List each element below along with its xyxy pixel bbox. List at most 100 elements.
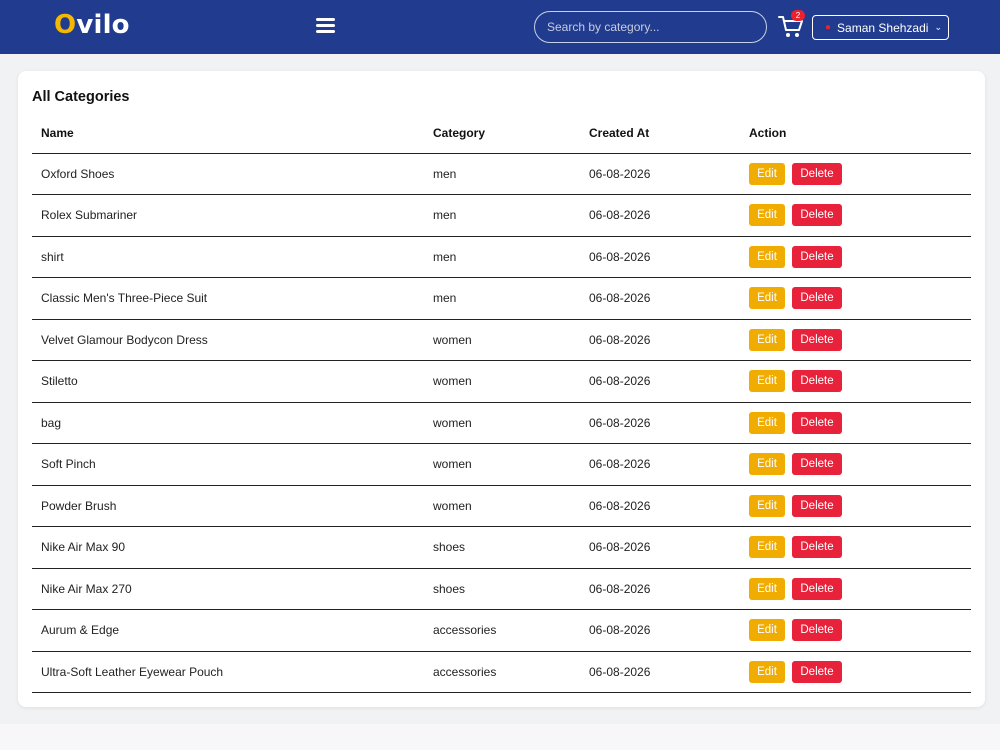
table-row: shirt men 06-08-2026 Edit Delete <box>32 236 971 278</box>
delete-button[interactable]: Delete <box>792 577 842 600</box>
cart-count-badge: 2 <box>791 10 805 21</box>
edit-button[interactable]: Edit <box>749 411 785 434</box>
edit-button[interactable]: Edit <box>749 619 785 642</box>
top-navbar: Ovilo 2 ● Saman Shehzadi ⌄ <box>0 0 1000 54</box>
cell-created-at: 06-08-2026 <box>580 609 740 652</box>
delete-button[interactable]: Delete <box>792 370 842 393</box>
cell-created-at: 06-08-2026 <box>580 194 740 237</box>
cell-name: Nike Air Max 90 <box>32 526 424 569</box>
cell-name: Nike Air Max 270 <box>32 568 424 610</box>
cell-category: men <box>424 153 580 195</box>
brand-logo-initial: O <box>54 10 77 40</box>
column-header-name: Name <box>32 114 424 154</box>
hamburger-icon[interactable] <box>316 16 337 34</box>
delete-button[interactable]: Delete <box>792 453 842 476</box>
table-row: Powder Brush women 06-08-2026 Edit Delete <box>32 485 971 527</box>
delete-button[interactable]: Delete <box>792 245 842 268</box>
cell-name: Oxford Shoes <box>32 153 424 195</box>
column-header-action: Action <box>740 114 971 154</box>
column-header-category: Category <box>424 114 580 154</box>
cell-category: women <box>424 443 580 486</box>
page-title: All Categories <box>32 89 130 105</box>
table-row: Aurum & Edge accessories 06-08-2026 Edit Del… <box>32 609 971 652</box>
brand-logo-text: vilo <box>76 10 130 40</box>
delete-button[interactable]: Delete <box>792 411 842 434</box>
cell-created-at: 06-08-2026 <box>580 277 740 320</box>
cell-action: Edit Delete <box>740 402 971 444</box>
table-row: Rolex Submariner men 06-08-2026 Edit Delete <box>32 194 971 237</box>
page-footer <box>0 724 1000 750</box>
cell-created-at: 06-08-2026 <box>580 443 740 486</box>
cell-name: bag <box>32 402 424 444</box>
table-row: Nike Air Max 90 shoes 06-08-2026 Edit Delete <box>32 526 971 569</box>
cell-name: shirt <box>32 236 424 278</box>
cell-action: Edit Delete <box>740 609 971 652</box>
table-row: bag women 06-08-2026 Edit Delete <box>32 402 971 444</box>
delete-button[interactable]: Delete <box>792 536 842 559</box>
delete-button[interactable]: Delete <box>792 328 842 351</box>
cell-created-at: 06-08-2026 <box>580 153 740 195</box>
brand-logo[interactable]: Ovilo <box>54 10 130 40</box>
delete-button[interactable]: Delete <box>792 619 842 642</box>
cell-name: Ultra-Soft Leather Eyewear Pouch <box>32 651 424 693</box>
search-input[interactable] <box>534 11 767 43</box>
edit-button[interactable]: Edit <box>749 577 785 600</box>
cell-name: Velvet Glamour Bodycon Dress <box>32 319 424 361</box>
cell-category: women <box>424 360 580 403</box>
cell-action: Edit Delete <box>740 277 971 320</box>
edit-button[interactable]: Edit <box>749 287 785 310</box>
cell-name: Rolex Submariner <box>32 194 424 237</box>
cell-category: women <box>424 402 580 444</box>
cell-created-at: 06-08-2026 <box>580 526 740 569</box>
cell-name: Stiletto <box>32 360 424 403</box>
cell-category: accessories <box>424 609 580 652</box>
cell-name: Soft Pinch <box>32 443 424 486</box>
edit-button[interactable]: Edit <box>749 660 785 683</box>
cell-action: Edit Delete <box>740 319 971 361</box>
cell-created-at: 06-08-2026 <box>580 485 740 527</box>
column-header-created-at: Created At <box>580 114 740 154</box>
categories-table: Name Category Created At Action Oxford S… <box>32 114 971 693</box>
cell-action: Edit Delete <box>740 153 971 195</box>
cell-category: men <box>424 194 580 237</box>
cell-created-at: 06-08-2026 <box>580 360 740 403</box>
cell-category: men <box>424 277 580 320</box>
cell-created-at: 06-08-2026 <box>580 319 740 361</box>
delete-button[interactable]: Delete <box>792 204 842 227</box>
table-row: Velvet Glamour Bodycon Dress women 06-08-2… <box>32 319 971 361</box>
delete-button[interactable]: Delete <box>792 162 842 185</box>
cell-category: shoes <box>424 526 580 569</box>
edit-button[interactable]: Edit <box>749 536 785 559</box>
table-row: Soft Pinch women 06-08-2026 Edit Delete <box>32 443 971 486</box>
cell-created-at: 06-08-2026 <box>580 651 740 693</box>
table-row: Oxford Shoes men 06-08-2026 Edit Delete <box>32 153 971 195</box>
delete-button[interactable]: Delete <box>792 287 842 310</box>
cell-action: Edit Delete <box>740 443 971 486</box>
cell-action: Edit Delete <box>740 568 971 610</box>
table-row: Ultra-Soft Leather Eyewear Pouch accessor… <box>32 651 971 693</box>
cell-action: Edit Delete <box>740 236 971 278</box>
cell-action: Edit Delete <box>740 360 971 403</box>
table-row: Classic Men's Three-Piece Suit men 06-08-2… <box>32 277 971 320</box>
edit-button[interactable]: Edit <box>749 370 785 393</box>
edit-button[interactable]: Edit <box>749 204 785 227</box>
edit-button[interactable]: Edit <box>749 245 785 268</box>
edit-button[interactable]: Edit <box>749 162 785 185</box>
edit-button[interactable]: Edit <box>749 328 785 351</box>
user-menu-button[interactable]: ● Saman Shehzadi ⌄ <box>812 15 949 40</box>
delete-button[interactable]: Delete <box>792 494 842 517</box>
cell-action: Edit Delete <box>740 485 971 527</box>
cell-action: Edit Delete <box>740 651 971 693</box>
user-name: Saman Shehzadi <box>837 20 929 35</box>
cell-category: women <box>424 319 580 361</box>
edit-button[interactable]: Edit <box>749 494 785 517</box>
cell-action: Edit Delete <box>740 194 971 237</box>
cell-created-at: 06-08-2026 <box>580 236 740 278</box>
cell-name: Classic Men's Three-Piece Suit <box>32 277 424 320</box>
edit-button[interactable]: Edit <box>749 453 785 476</box>
cell-category: women <box>424 485 580 527</box>
cell-name: Aurum & Edge <box>32 609 424 652</box>
delete-button[interactable]: Delete <box>792 660 842 683</box>
cell-category: shoes <box>424 568 580 610</box>
cell-category: men <box>424 236 580 278</box>
